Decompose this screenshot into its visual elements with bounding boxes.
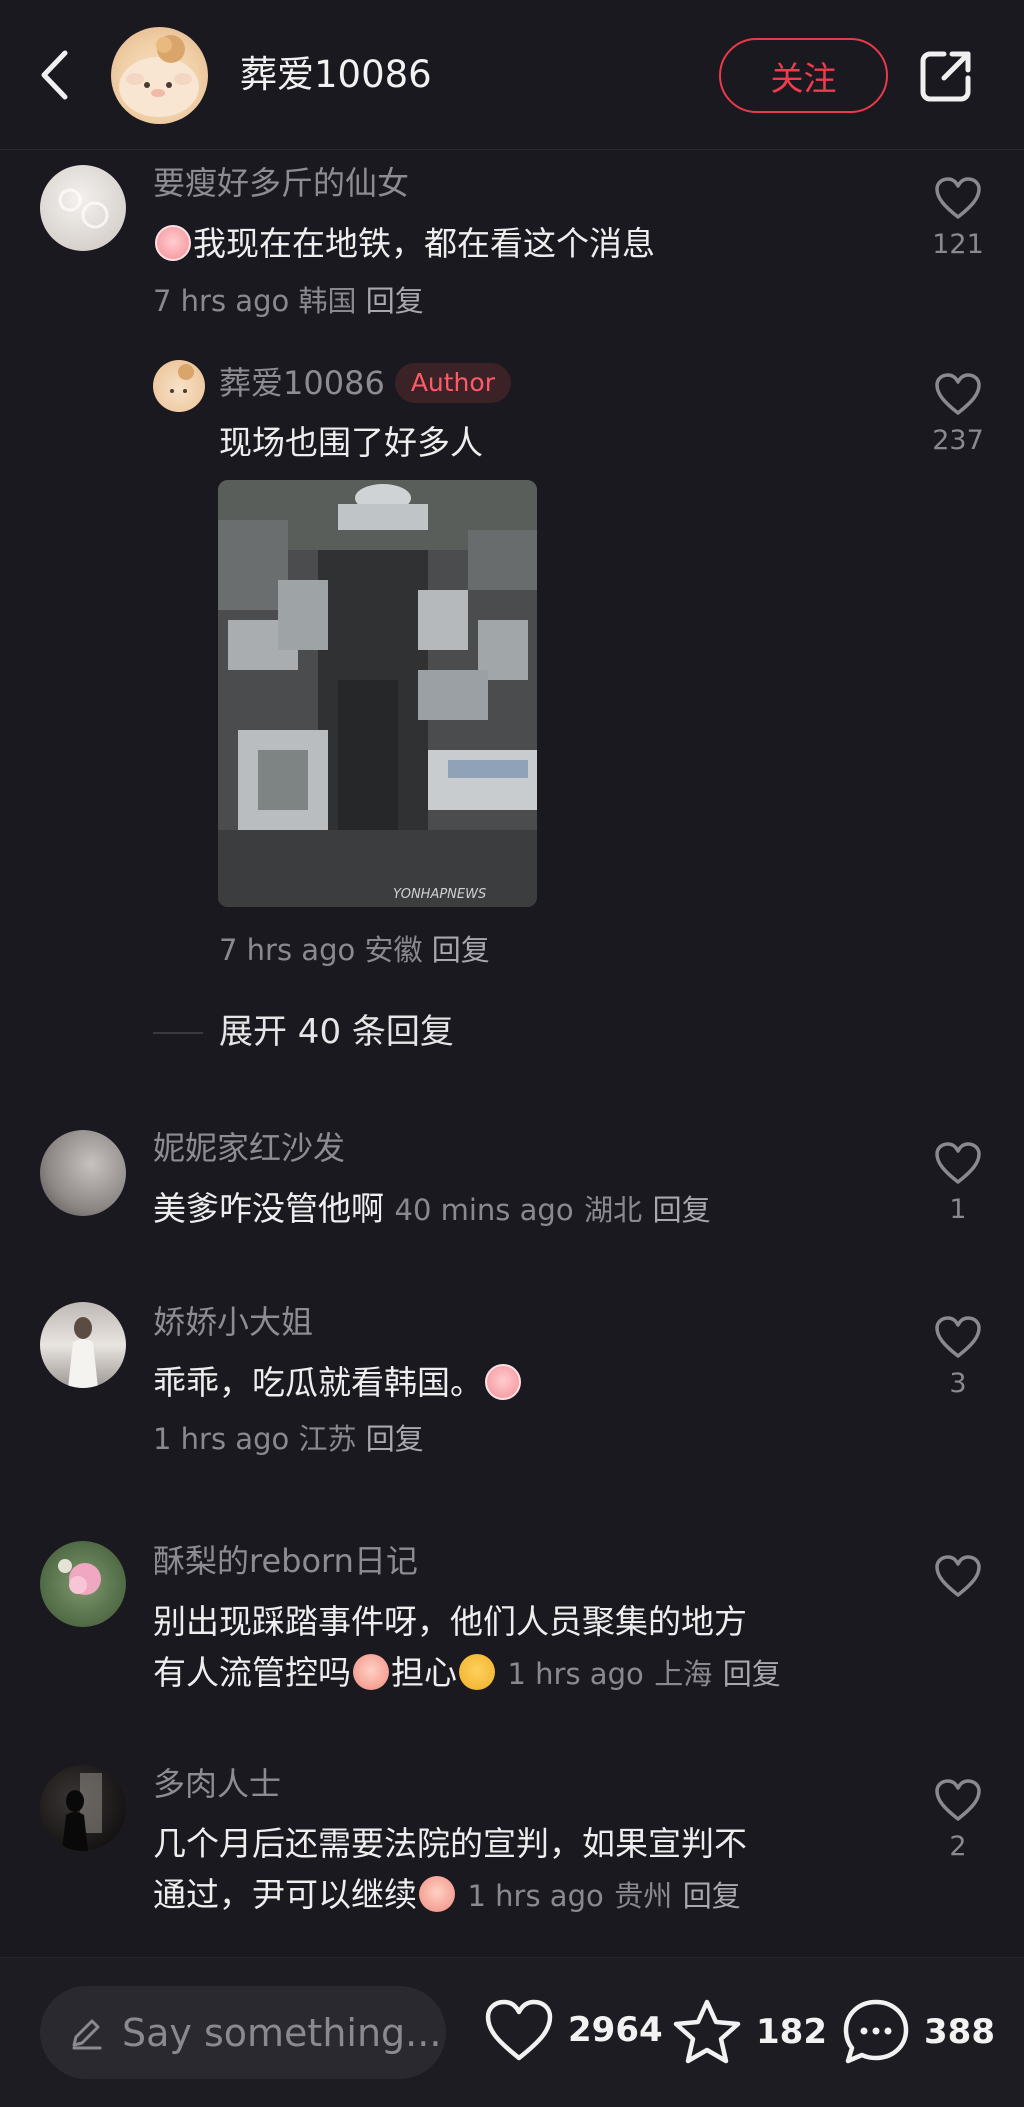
comment-text: 我现在在地铁，都在看这个消息 xyxy=(153,221,655,267)
flower-photo xyxy=(58,1559,101,1595)
heart-icon xyxy=(935,1555,981,1597)
person-photo xyxy=(68,1317,98,1388)
like-count: 121 xyxy=(932,229,984,260)
comment-location: 上海 xyxy=(654,1657,713,1691)
avatar[interactable] xyxy=(40,1541,126,1627)
distressed-emoji-icon xyxy=(353,1654,389,1690)
bun-avatar-icon xyxy=(170,364,194,393)
author-name[interactable]: 葬爱10086 xyxy=(240,48,432,102)
comment-text-line: 几个月后还需要法院的宣判，如果宣判不 xyxy=(153,1824,747,1863)
comment-location: 江苏 xyxy=(298,1422,357,1456)
reply-username-row: 葬爱10086 Author xyxy=(219,363,511,403)
comment-time: 1 hrs ago xyxy=(467,1879,604,1913)
heart-icon xyxy=(935,1316,981,1358)
comment-time: 1 hrs ago xyxy=(153,1422,290,1456)
reply-meta: 7 hrs ago 安徽 回复 xyxy=(219,930,490,970)
reply-button[interactable]: 回复 xyxy=(653,1193,711,1227)
follow-button[interactable]: 关注 xyxy=(719,38,888,113)
comment-text: 乖乖，吃瓜就看韩国。 xyxy=(153,1360,523,1406)
comment-username[interactable]: 多肉人士 xyxy=(153,1764,281,1804)
heart-icon xyxy=(935,1779,981,1821)
heart-icon xyxy=(935,1142,981,1184)
comment-input-placeholder: Say something... xyxy=(122,2010,442,2055)
like-count: 3 xyxy=(949,1368,967,1399)
like-count: 237 xyxy=(932,425,984,456)
swirl-pattern-icon xyxy=(58,188,109,229)
comment-meta: 7 hrs ago 韩国 回复 xyxy=(153,281,424,321)
like-button[interactable]: 121 xyxy=(928,176,988,260)
post-like-count: 2964 xyxy=(568,2010,663,2050)
like-button[interactable]: 1 xyxy=(928,1141,988,1225)
comment-text-line: 别出现踩踏事件呀，他们人员聚集的地方 xyxy=(153,1602,747,1641)
reply-text: 现场也围了好多人 xyxy=(219,423,483,462)
pencil-icon xyxy=(72,2019,102,2049)
like-button[interactable]: 3 xyxy=(928,1315,988,1399)
top-bar: 葬爱10086 关注 xyxy=(0,0,1024,150)
heart-icon xyxy=(935,177,981,219)
star-icon xyxy=(673,1999,741,2064)
like-button[interactable] xyxy=(928,1554,988,1608)
reply-avatar[interactable] xyxy=(153,360,205,412)
comment-location: 湖北 xyxy=(584,1193,643,1227)
avatar[interactable] xyxy=(40,1765,126,1851)
share-icon xyxy=(920,51,971,102)
like-button[interactable]: 2 xyxy=(928,1778,988,1862)
avatar[interactable] xyxy=(40,1130,126,1216)
comment-input[interactable]: Say something... xyxy=(40,1986,446,2079)
silhouette-photo xyxy=(62,1773,102,1851)
like-count: 2 xyxy=(949,1831,967,1862)
comment-location: 贵州 xyxy=(614,1879,673,1913)
reply-photo[interactable]: YONHAPNEWS xyxy=(218,480,537,907)
like-count: 1 xyxy=(949,1194,967,1225)
back-button[interactable] xyxy=(34,48,74,102)
comment-text-line: 有人流管控吗 担心 1 hrs ago 上海 回复 xyxy=(153,1653,781,1692)
comment-username[interactable]: 要瘦好多斤的仙女 xyxy=(153,163,409,203)
avatar[interactable] xyxy=(40,1302,126,1388)
aerial-photo: YONHAPNEWS xyxy=(218,480,537,907)
comment-text: 美爹咋没管他啊 40 mins ago 湖北 回复 xyxy=(153,1189,711,1228)
favorite-count: 182 xyxy=(756,2012,827,2052)
comments-button[interactable]: 388 xyxy=(842,1998,995,2066)
author-badge: Author xyxy=(394,363,511,403)
crying-emoji-icon xyxy=(155,225,191,261)
like-post-button[interactable]: 2964 xyxy=(484,1998,663,2062)
comment-username[interactable]: 酥梨的reborn日记 xyxy=(153,1541,418,1581)
comment-count: 388 xyxy=(924,2012,995,2052)
like-button[interactable]: 237 xyxy=(928,372,988,456)
expand-replies-button[interactable]: 展开 40 条回复 xyxy=(219,1010,454,1054)
chevron-left-icon xyxy=(41,50,68,100)
comment-time: 7 hrs ago xyxy=(153,284,290,318)
expand-divider xyxy=(153,1032,203,1034)
crying-emoji-icon xyxy=(485,1364,521,1400)
photo-watermark: YONHAPNEWS xyxy=(393,887,486,902)
reply-button[interactable]: 回复 xyxy=(723,1657,781,1691)
reply-button[interactable]: 回复 xyxy=(366,1422,424,1456)
comment-username[interactable]: 妮妮家红沙发 xyxy=(153,1128,345,1168)
reply-time: 7 hrs ago xyxy=(219,933,356,967)
worried-emoji-icon xyxy=(459,1654,495,1690)
author-avatar[interactable] xyxy=(111,27,208,124)
share-button[interactable] xyxy=(918,48,974,104)
favorite-button[interactable]: 182 xyxy=(672,1998,827,2066)
bottom-action-bar: Say something... 2964 182 388 xyxy=(0,1957,1024,2107)
comment-time: 1 hrs ago xyxy=(507,1657,644,1691)
reply-location: 安徽 xyxy=(364,933,423,967)
heart-icon xyxy=(935,373,981,415)
reply-username[interactable]: 葬爱10086 xyxy=(219,364,385,402)
comment-meta: 1 hrs ago 江苏 回复 xyxy=(153,1419,424,1459)
heart-icon xyxy=(485,1999,553,2061)
comment-username[interactable]: 娇娇小大姐 xyxy=(153,1302,313,1342)
comment-location: 韩国 xyxy=(298,284,357,318)
reply-button[interactable]: 回复 xyxy=(683,1879,741,1913)
comment-time: 40 mins ago xyxy=(394,1193,574,1227)
comment-bubble-icon xyxy=(843,1999,909,2064)
reply-button[interactable]: 回复 xyxy=(366,284,424,318)
distressed-emoji-icon xyxy=(419,1876,455,1912)
reply-button[interactable]: 回复 xyxy=(432,933,490,967)
comment-text-line: 通过，尹可以继续 1 hrs ago 贵州 回复 xyxy=(153,1875,741,1914)
avatar[interactable] xyxy=(40,165,126,251)
bun-avatar-icon xyxy=(119,35,199,117)
